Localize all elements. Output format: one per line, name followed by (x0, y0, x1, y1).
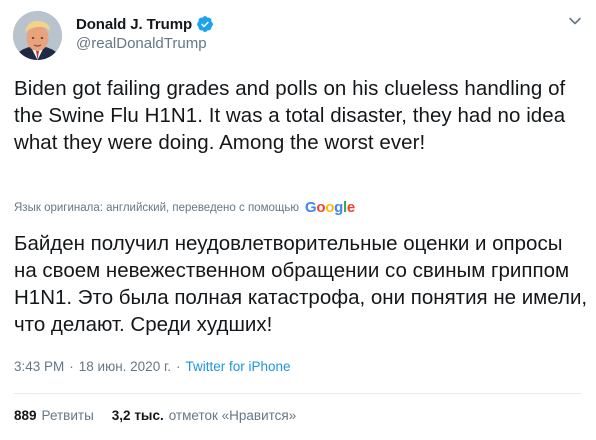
google-logo-letter: g (334, 199, 343, 216)
likes-label: отметок «Нравится» (168, 408, 297, 423)
divider (14, 393, 582, 394)
meta-separator: · (175, 359, 181, 374)
retweets-stat[interactable]: 889 Ретвиты (14, 408, 94, 423)
meta-separator: · (69, 359, 74, 374)
author-name-row[interactable]: Donald J. Trump (76, 14, 214, 34)
profile-photo (13, 11, 62, 60)
translation-note: Язык оригинала: английский, переведено с… (14, 199, 355, 216)
chevron-down-icon[interactable] (568, 14, 582, 28)
google-logo-letter: o (316, 199, 326, 216)
google-logo-letter: o (325, 199, 335, 216)
tweet-text: Biden got failing grades and polls on hi… (14, 77, 566, 154)
google-logo-letter: G (304, 199, 317, 216)
tweet-meta: 3:43 PM · 18 июн. 2020 г. · Twitter for … (14, 359, 291, 374)
google-logo-letter: e (346, 199, 355, 216)
author-handle[interactable]: @realDonaldTrump (76, 35, 207, 52)
tweet-source-link[interactable]: Twitter for iPhone (185, 359, 290, 374)
likes-count: 3,2 тыс. (111, 408, 164, 423)
tweet-stats: 889 Ретвиты 3,2 тыс. отметок «Нравится» (14, 408, 314, 423)
tweet-time[interactable]: 3:43 PM (14, 359, 64, 374)
likes-stat[interactable]: 3,2 тыс. отметок «Нравится» (112, 408, 296, 423)
avatar[interactable] (13, 11, 62, 60)
retweets-label: Ретвиты (41, 408, 94, 423)
translation-note-text: Язык оригинала: английский, переведено с… (14, 201, 299, 214)
tweet-card: Donald J. Trump @realDonaldTrump Biden g… (0, 0, 596, 440)
google-logo[interactable]: Google (305, 199, 355, 216)
translated-text: Байден получил неудовлетворительные оцен… (14, 232, 588, 336)
tweet-date[interactable]: 18 июн. 2020 г. (79, 359, 171, 374)
author-display-name[interactable]: Donald J. Trump (76, 16, 192, 33)
retweets-count: 889 (14, 408, 37, 423)
verified-badge-icon (196, 15, 214, 33)
